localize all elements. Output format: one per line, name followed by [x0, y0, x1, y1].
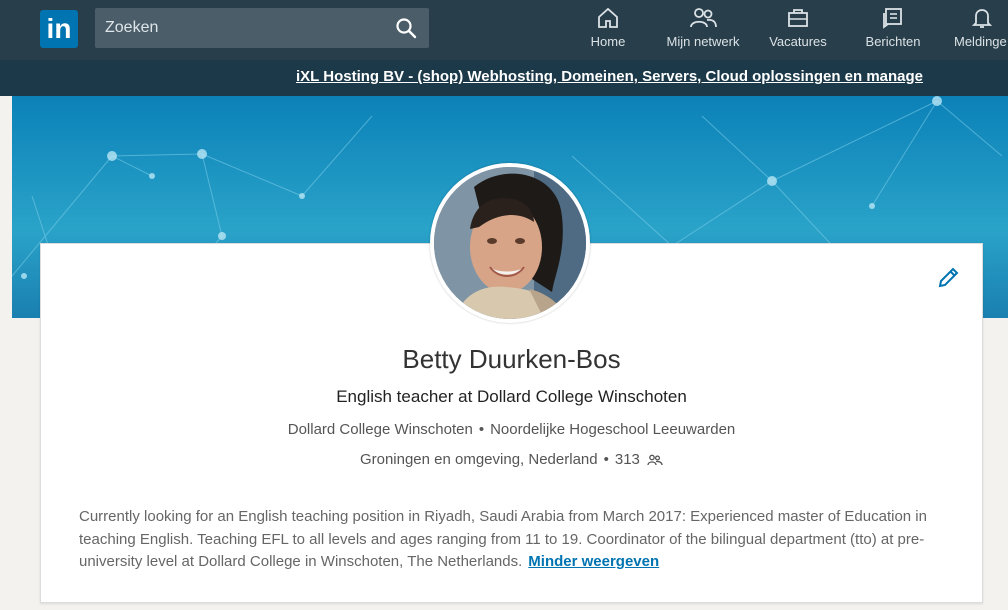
connections-count[interactable]: 313 [615, 451, 640, 468]
network-icon [690, 8, 717, 28]
profile-avatar[interactable] [430, 163, 590, 323]
profile-location: Groningen en omgeving, Nederland [359, 451, 598, 468]
profile-photo [434, 167, 586, 319]
nav-notifications[interactable]: Meldinge [952, 6, 1008, 56]
summary-text: Currently looking for an English teachin… [79, 508, 927, 570]
linkedin-logo[interactable]: in [40, 10, 78, 48]
separator-dot: • [478, 421, 485, 438]
ad-bar: iXL Hosting BV - (shop) Webhosting, Dome… [0, 60, 1008, 96]
profile-location-line: Groningen en omgeving, Nederland • 313 [41, 451, 982, 468]
home-icon [598, 7, 618, 28]
profile-name: Betty Duurken-Bos [402, 344, 621, 374]
profile-headline: English teacher at Dollard College Winsc… [336, 387, 687, 406]
connections-icon [647, 454, 663, 466]
profile-organizations: Dollard College Winschoten • Noordelijke H… [41, 421, 982, 438]
nav-home-label: Home [590, 34, 626, 49]
bell-icon [971, 9, 993, 28]
nav-network[interactable]: Mijn netwerk [659, 6, 747, 56]
nav-notifications-label: Meldinge [954, 34, 1007, 49]
education-link[interactable]: Noordelijke Hogeschool Leeuwarden [490, 421, 735, 438]
nav-home[interactable]: Home [586, 6, 630, 56]
top-navigation-bar: in Home Mijn netwerk Vacatures [0, 0, 1008, 60]
nav-jobs[interactable]: Vacatures [764, 6, 832, 56]
profile-summary: Currently looking for an English teachin… [79, 506, 949, 574]
messages-icon [883, 8, 902, 29]
nav-messages-label: Berichten [865, 34, 921, 49]
nav-network-label: Mijn netwerk [666, 34, 740, 49]
nav-messages[interactable]: Berichten [858, 6, 928, 56]
separator-dot: • [603, 451, 609, 468]
show-less-link[interactable]: Minder weergeven [528, 553, 659, 570]
pencil-edit-icon[interactable] [934, 264, 962, 292]
organization-link[interactable]: Dollard College Winschoten [288, 421, 473, 438]
search-icon[interactable] [395, 17, 417, 39]
search-input[interactable] [95, 8, 385, 48]
search-box [95, 8, 429, 48]
jobs-icon [788, 9, 808, 27]
ad-link[interactable]: iXL Hosting BV - (shop) Webhosting, Dome… [296, 68, 923, 85]
nav-jobs-label: Vacatures [769, 34, 827, 49]
